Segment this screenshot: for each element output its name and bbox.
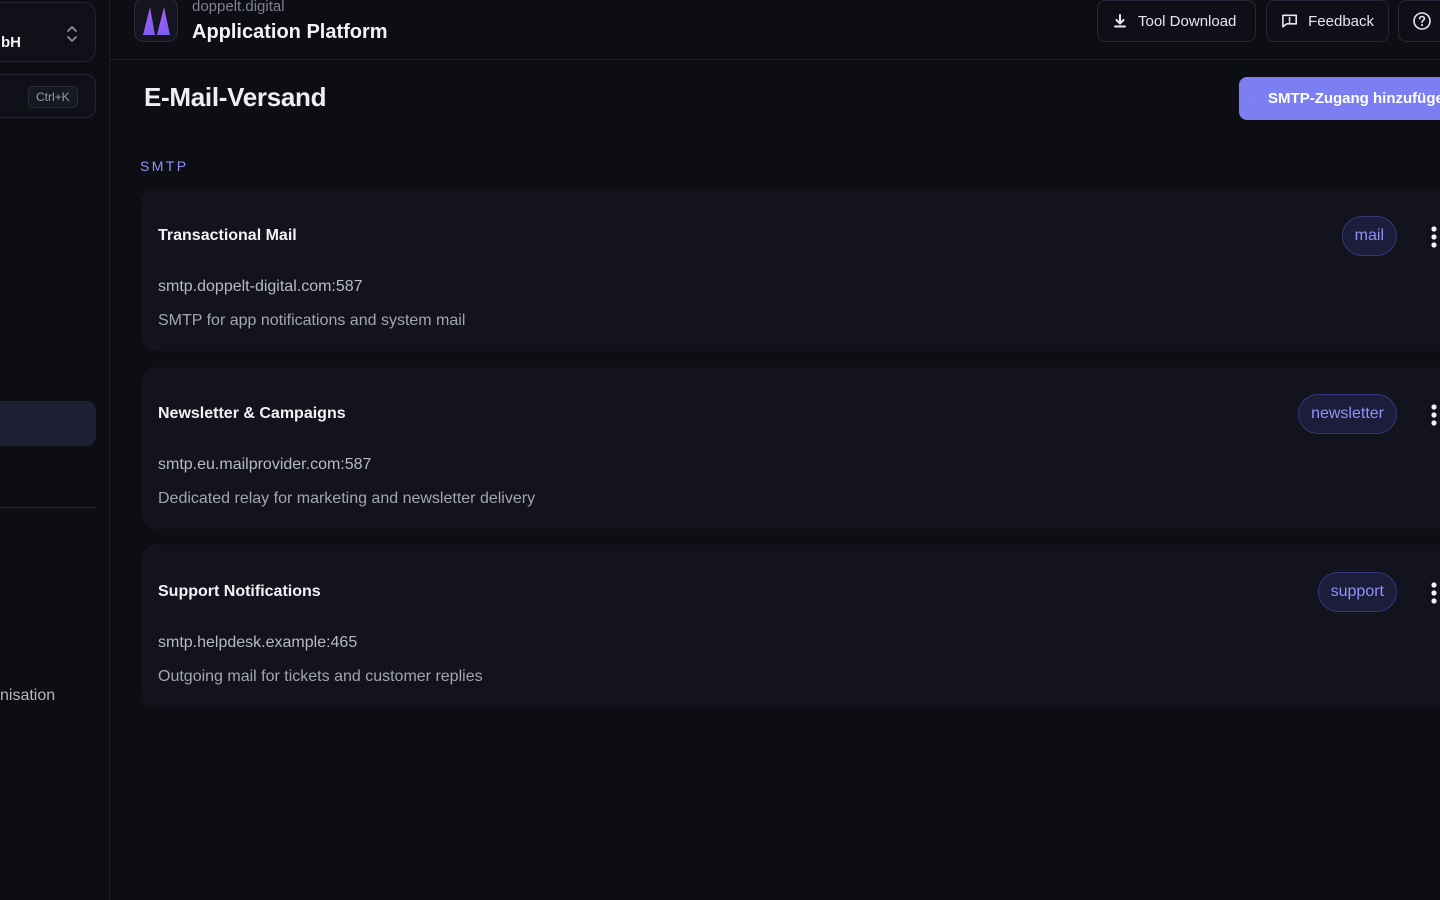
help-button[interactable] [1398,0,1440,42]
logo-mark [143,7,170,35]
smtp-card-tag: support [1317,572,1397,612]
help-circle-icon [1413,12,1431,30]
smtp-card-description: Dedicated relay for marketing and newsle… [158,490,536,507]
top-header: doppelt.digital Application Platform Too… [110,0,1440,60]
smtp-card[interactable]: Newsletter & Campaigns smtp.eu.mailprovi… [141,367,1440,529]
search-shortcut: Ctrl+K [28,86,78,108]
smtp-card-tag: mail [1341,216,1397,256]
smtp-card-host: smtp.eu.mailprovider.com:587 [158,456,372,473]
chevron-up-down-icon [67,26,77,42]
feedback-icon [1282,14,1298,28]
smtp-card-host: smtp.helpdesk.example:465 [158,634,358,651]
doppelt-logo-icon[interactable] [134,0,178,42]
kebab-menu-icon[interactable] [1428,581,1440,605]
kebab-menu-icon[interactable] [1428,225,1440,249]
smtp-card-title: Newsletter & Campaigns [158,405,346,422]
sidebar-divider [0,507,96,508]
smtp-card-description: Outgoing mail for tickets and customer r… [158,668,483,685]
org-name: bH [1,34,21,51]
feedback-button[interactable]: Feedback [1266,0,1389,42]
sidebar-item-organisation[interactable]: nisation [0,687,55,705]
smtp-card-tag: newsletter [1298,394,1397,434]
download-icon [1114,14,1126,28]
smtp-card[interactable]: Support Notifications smtp.helpdesk.exam… [141,545,1440,707]
brand-title: Application Platform [192,21,388,43]
org-switcher[interactable]: bH [0,2,96,62]
add-smtp-button[interactable]: SMTP-Zugang hinzufügen [1239,77,1440,120]
section-label: SMTP [140,158,189,174]
smtp-card-title: Transactional Mail [158,227,297,244]
smtp-card[interactable]: Transactional Mail smtp.doppelt-digital.… [141,189,1440,351]
smtp-card-host: smtp.doppelt-digital.com:587 [158,278,363,295]
plus-icon [1255,98,1256,99]
kebab-menu-icon[interactable] [1428,403,1440,427]
smtp-card-description: SMTP for app notifications and system ma… [158,312,466,329]
feedback-label: Feedback [1308,12,1374,30]
add-smtp-label: SMTP-Zugang hinzufügen [1268,90,1440,107]
sidebar-search[interactable]: Ctrl+K [0,74,96,118]
sidebar: bH Ctrl+K nisation [0,0,110,900]
tool-download-label: Tool Download [1138,12,1237,30]
sidebar-item-active[interactable] [0,401,96,446]
brand-domain: doppelt.digital [192,0,285,15]
smtp-card-title: Support Notifications [158,583,321,600]
page-title: E-Mail-Versand [144,82,327,112]
tool-download-button[interactable]: Tool Download [1097,0,1256,42]
